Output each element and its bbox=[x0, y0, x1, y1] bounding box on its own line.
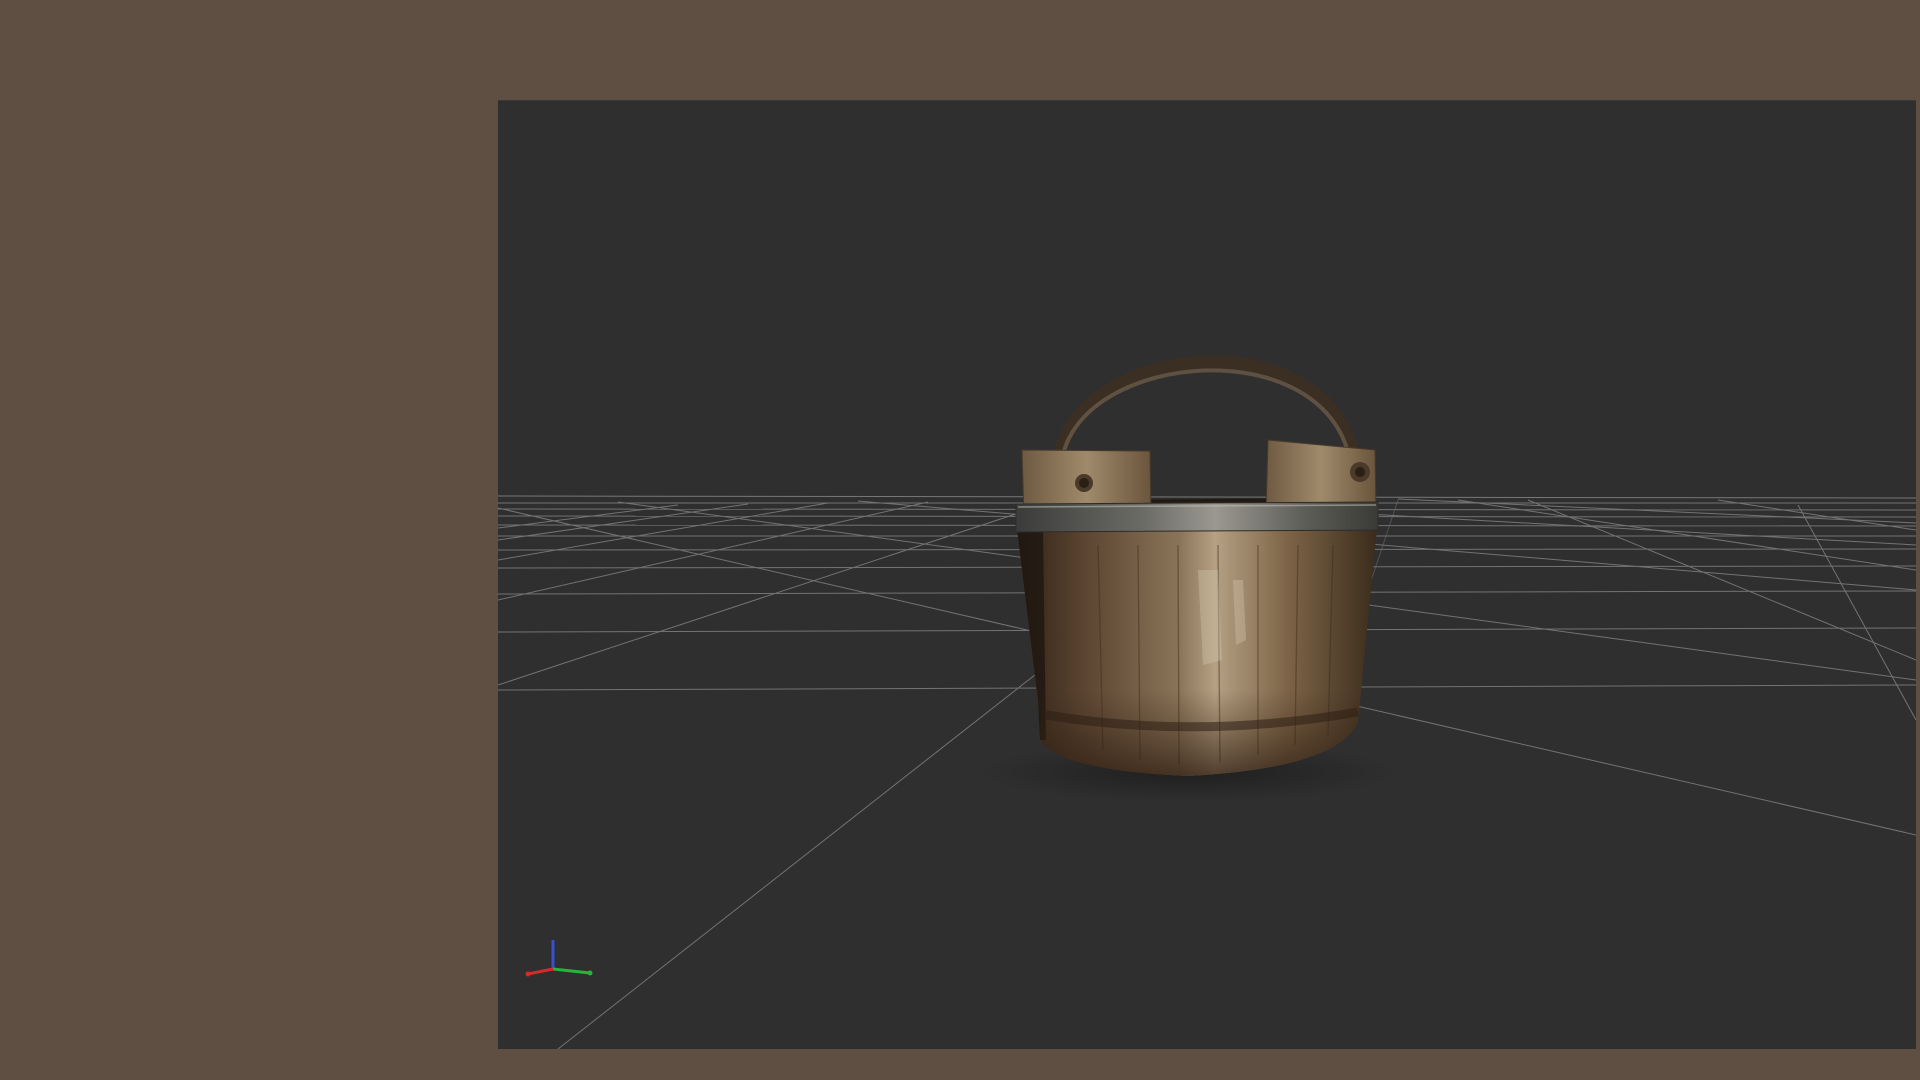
viewport-canvas[interactable] bbox=[498, 100, 1916, 1049]
gizmo-x-axis bbox=[527, 967, 554, 976]
wooden-bucket-model[interactable] bbox=[1015, 355, 1379, 776]
3d-viewport[interactable] bbox=[498, 100, 1916, 1049]
app-window bbox=[0, 0, 1920, 1080]
gizmo-y-axis bbox=[552, 967, 591, 975]
axis-gizmo[interactable] bbox=[525, 940, 593, 977]
